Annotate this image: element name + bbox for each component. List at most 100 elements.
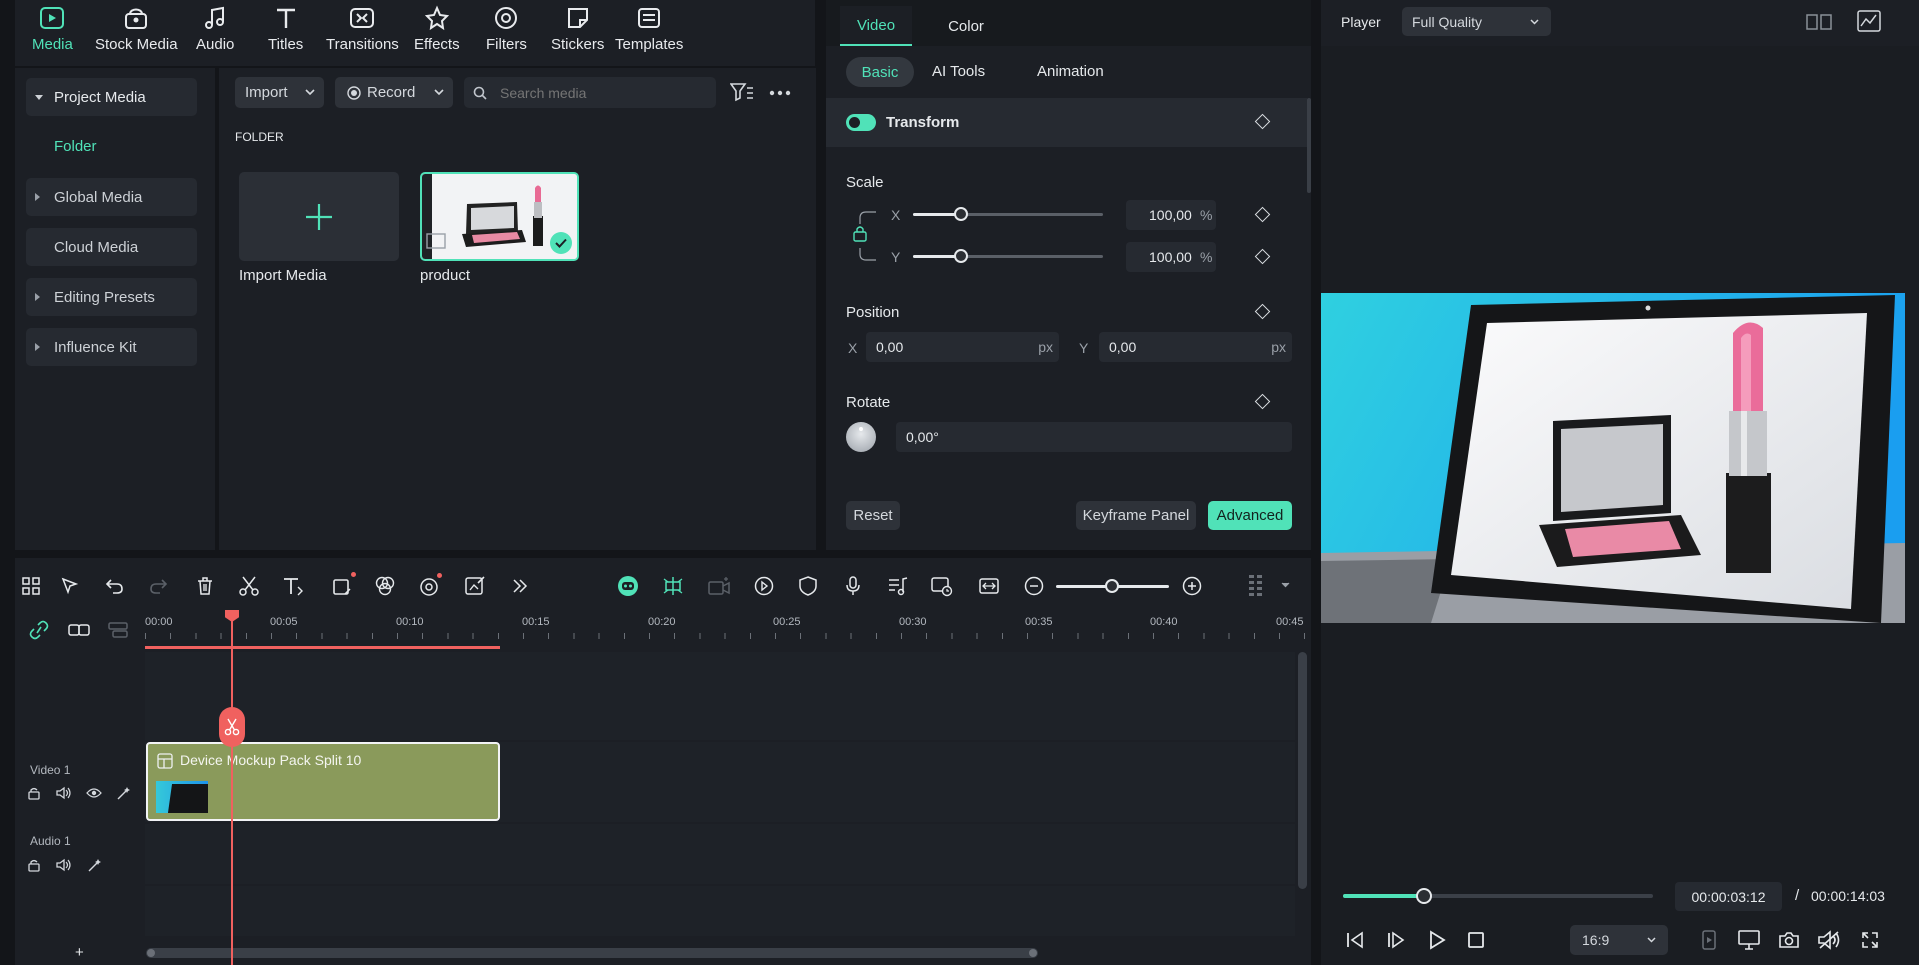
record-dropdown[interactable]: Record: [335, 77, 453, 108]
previous-frame-icon[interactable]: [1345, 930, 1365, 950]
add-track-button[interactable]: +: [75, 944, 84, 961]
microphone-icon[interactable]: [839, 572, 867, 600]
link-icon[interactable]: [28, 620, 50, 640]
playhead-line[interactable]: [231, 620, 233, 965]
rotate-field[interactable]: 0,00°: [896, 422, 1292, 452]
video-lock-icon[interactable]: [27, 786, 41, 800]
subtab-basic[interactable]: Basic: [846, 57, 914, 87]
sidebar-item-folder[interactable]: Folder: [54, 138, 97, 155]
scopes-icon[interactable]: [1857, 10, 1881, 32]
search-input[interactable]: [500, 82, 705, 104]
sidebar-item-influence-kit[interactable]: Influence Kit: [26, 328, 197, 366]
redo-icon[interactable]: [145, 572, 173, 600]
sidebar-item-global-media[interactable]: Global Media: [26, 178, 197, 216]
playhead-split-marker[interactable]: [219, 707, 245, 747]
zoom-out-icon[interactable]: [1020, 572, 1048, 600]
add-track-icon[interactable]: [705, 572, 733, 600]
sidebar-item-cloud-media[interactable]: Cloud Media: [26, 228, 197, 266]
tab-video[interactable]: Video: [840, 6, 912, 46]
rotate-dial[interactable]: [846, 422, 876, 452]
scale-link-icon[interactable]: [848, 210, 878, 262]
layout-icon[interactable]: [17, 572, 45, 600]
play-icon[interactable]: [1428, 930, 1446, 950]
ai-tool-icon[interactable]: [416, 572, 444, 600]
audio-volume-icon[interactable]: [56, 858, 72, 872]
chevron-down-icon[interactable]: [1281, 582, 1290, 588]
toolbar-titles[interactable]: Titles: [268, 4, 303, 53]
next-frame-icon[interactable]: [1386, 930, 1406, 950]
zoom-knob[interactable]: [1105, 579, 1119, 593]
scale-x-knob[interactable]: [953, 207, 968, 221]
filters-icon: [492, 4, 520, 32]
fit-timeline-icon[interactable]: [975, 572, 1003, 600]
templates-icon: [635, 4, 663, 32]
scale-y-knob[interactable]: [953, 249, 968, 263]
video-clip[interactable]: Device Mockup Pack Split 10: [146, 742, 500, 821]
toolbar-media[interactable]: Media: [32, 4, 73, 53]
fullscreen-icon[interactable]: [1860, 930, 1880, 950]
audio-mixer-icon[interactable]: [884, 572, 912, 600]
playback-knob[interactable]: [1415, 888, 1432, 904]
more-tools-icon[interactable]: [506, 572, 534, 600]
marker-icon[interactable]: [1701, 930, 1717, 950]
video-magic-icon[interactable]: [116, 786, 131, 801]
grid-handle-icon[interactable]: [1242, 572, 1270, 600]
position-x-field[interactable]: 0,00 px: [866, 332, 1059, 362]
video-visibility-icon[interactable]: [86, 787, 102, 799]
select-tool-icon[interactable]: [56, 572, 84, 600]
color-icon[interactable]: [371, 572, 399, 600]
auto-ripple-icon[interactable]: [750, 572, 778, 600]
filter-icon[interactable]: [730, 82, 754, 102]
crop-icon[interactable]: [328, 572, 356, 600]
inspector-scrollbar[interactable]: [1307, 98, 1311, 193]
toolbar-stickers[interactable]: Stickers: [551, 4, 604, 53]
split-scissors-icon[interactable]: [235, 572, 263, 600]
search-box[interactable]: [464, 77, 716, 108]
sidebar-item-editing-presets[interactable]: Editing Presets: [26, 278, 197, 316]
quality-dropdown[interactable]: Full Quality: [1402, 7, 1551, 36]
stop-icon[interactable]: [1467, 931, 1485, 949]
timeline-horizontal-scrollbar[interactable]: [146, 948, 1038, 958]
tab-color[interactable]: Color: [922, 6, 1010, 46]
keyframe-panel-button[interactable]: Keyframe Panel: [1076, 501, 1196, 530]
display-icon[interactable]: [1737, 929, 1761, 951]
snapshot-icon[interactable]: [1778, 930, 1800, 950]
toolbar-filters[interactable]: Filters: [486, 4, 527, 53]
current-time-field[interactable]: 00:00:03:12: [1675, 882, 1782, 911]
snap-icon[interactable]: [659, 572, 687, 600]
shield-icon[interactable]: [794, 572, 822, 600]
toolbar-effects[interactable]: Effects: [414, 4, 460, 53]
import-dropdown[interactable]: Import: [235, 77, 324, 108]
transform-toggle[interactable]: [846, 114, 876, 131]
reset-button[interactable]: Reset: [846, 501, 900, 530]
timeline-vertical-scrollbar[interactable]: [1298, 652, 1307, 889]
ai-assistant-icon[interactable]: [614, 572, 642, 600]
subtab-animation[interactable]: Animation: [1037, 63, 1104, 80]
audio-mute-icon[interactable]: [1817, 930, 1841, 950]
import-media-tile[interactable]: [239, 172, 399, 261]
subtab-ai-tools[interactable]: AI Tools: [932, 63, 985, 80]
aspect-ratio-dropdown[interactable]: 16:9: [1570, 925, 1668, 955]
zoom-in-icon[interactable]: [1178, 572, 1206, 600]
sidebar-item-project-media[interactable]: Project Media: [26, 78, 197, 116]
render-preview-icon[interactable]: [928, 572, 956, 600]
preview-canvas[interactable]: [1321, 293, 1905, 623]
track-manager-icon[interactable]: [67, 621, 91, 639]
position-y-field[interactable]: 0,00 px: [1099, 332, 1292, 362]
compare-view-icon[interactable]: [1806, 12, 1832, 32]
video-volume-icon[interactable]: [56, 786, 72, 800]
toolbar-transitions[interactable]: Transitions: [326, 4, 399, 53]
delete-icon[interactable]: [191, 572, 219, 600]
more-options-icon[interactable]: [769, 90, 791, 96]
track-layout-icon[interactable]: [107, 621, 129, 639]
toolbar-stock-media[interactable]: Stock Media: [95, 4, 178, 53]
edit-image-icon[interactable]: [461, 572, 489, 600]
toolbar-templates[interactable]: Templates: [615, 4, 683, 53]
audio-magic-icon[interactable]: [87, 858, 102, 873]
text-tool-icon[interactable]: [280, 572, 308, 600]
toolbar-audio[interactable]: Audio: [196, 4, 234, 53]
undo-icon[interactable]: [100, 572, 128, 600]
advanced-button[interactable]: Advanced: [1208, 501, 1292, 530]
product-thumbnail[interactable]: [420, 172, 579, 261]
audio-lock-icon[interactable]: [27, 858, 41, 872]
